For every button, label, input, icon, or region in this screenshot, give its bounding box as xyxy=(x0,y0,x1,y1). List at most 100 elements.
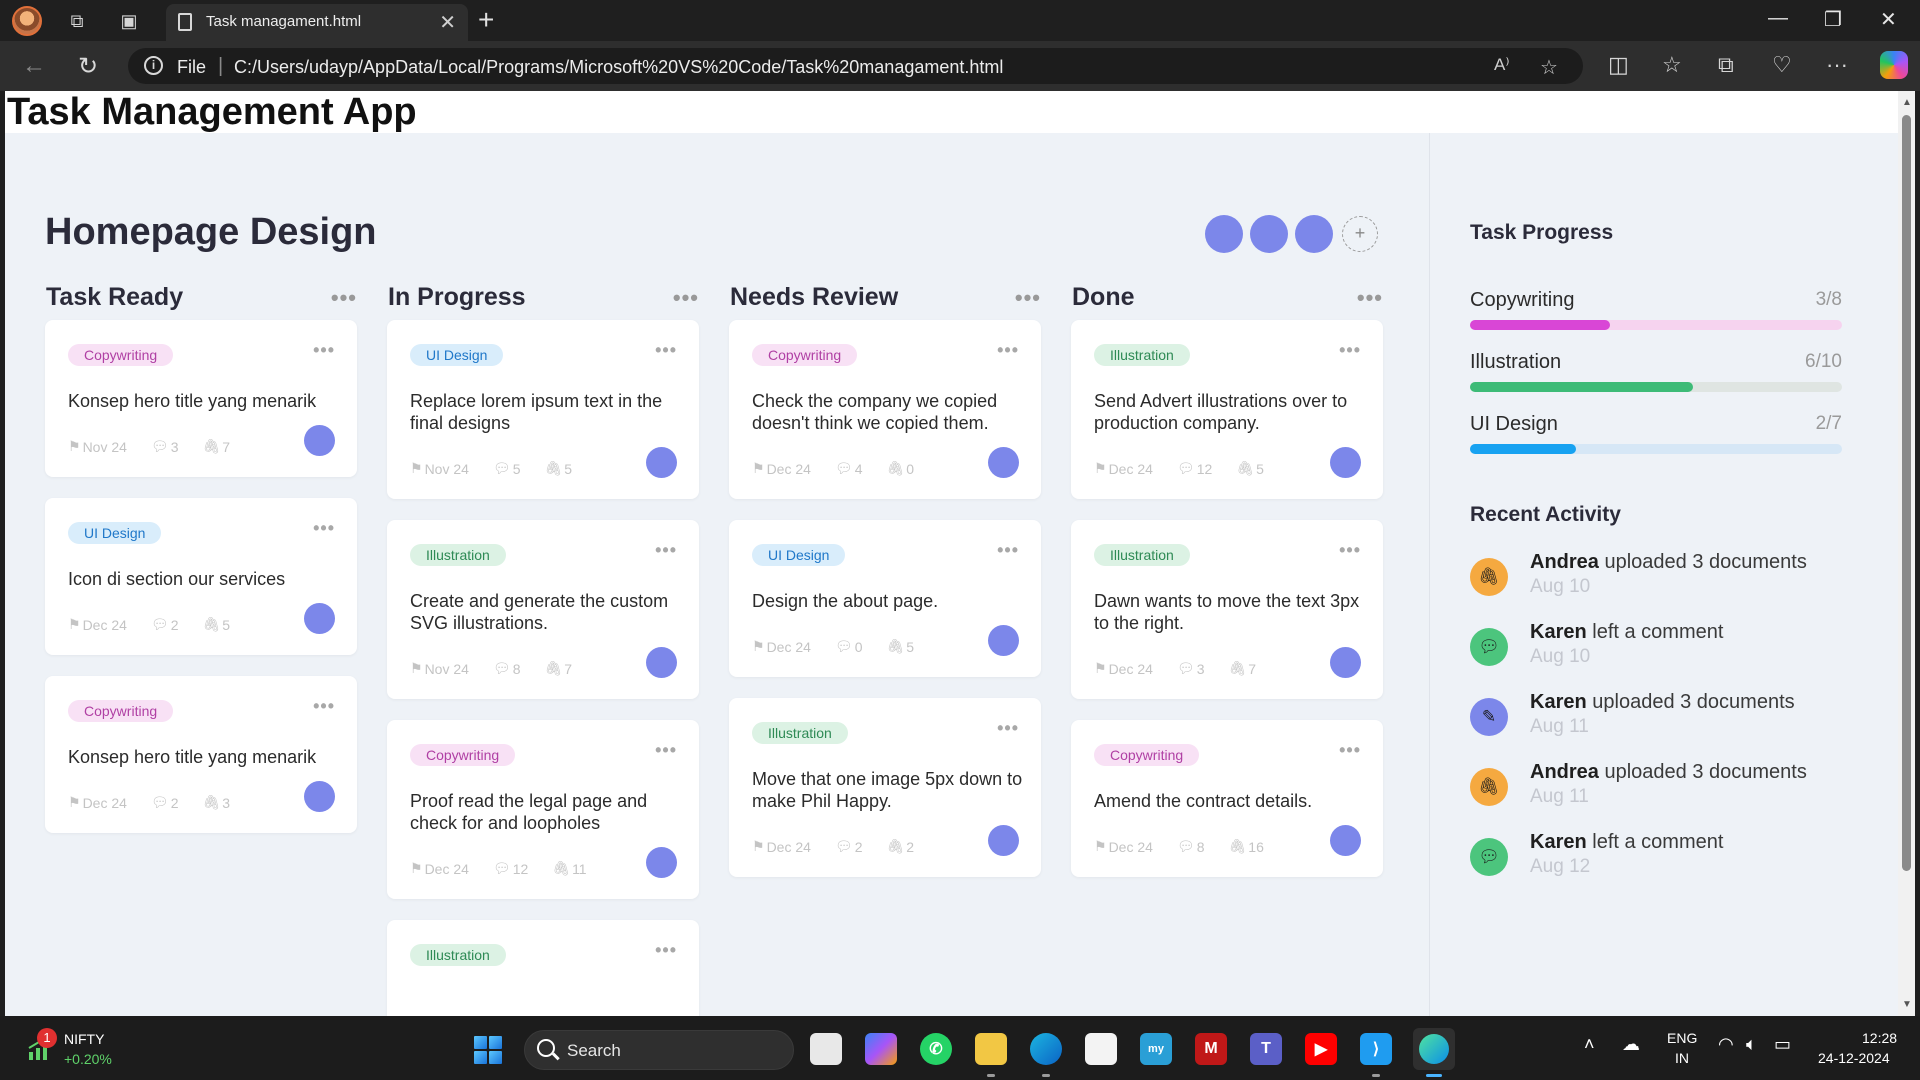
card-menu-icon[interactable]: ••• xyxy=(655,540,677,561)
card-menu-icon[interactable]: ••• xyxy=(997,540,1019,561)
card-menu-icon[interactable]: ••• xyxy=(655,940,677,961)
add-member-button[interactable]: + xyxy=(1342,216,1378,252)
wifi-icon[interactable]: ◠ xyxy=(1718,1034,1734,1055)
card-menu-icon[interactable]: ••• xyxy=(1339,740,1361,761)
favorites-icon[interactable]: ☆ xyxy=(1662,52,1682,78)
taskbar-search[interactable]: Search xyxy=(524,1030,794,1070)
card-menu-icon[interactable]: ••• xyxy=(313,340,335,361)
column-menu-icon[interactable]: ••• xyxy=(673,285,699,311)
card-menu-icon[interactable]: ••• xyxy=(997,718,1019,739)
scrollbar-thumb[interactable] xyxy=(1902,115,1911,871)
copilot-icon[interactable] xyxy=(1880,51,1908,79)
url-field[interactable]: i File | C:/Users/udayp/AppData/Local/Pr… xyxy=(128,48,1583,84)
task-card[interactable]: Illustration ••• Send Advert illustrations… xyxy=(1071,320,1383,499)
task-card[interactable]: Illustration ••• Dawn wants to move the te… xyxy=(1071,520,1383,699)
column-menu-icon[interactable]: ••• xyxy=(1015,285,1041,311)
task-view-icon[interactable] xyxy=(810,1033,842,1065)
assignee-avatar[interactable] xyxy=(646,447,677,478)
whatsapp-icon[interactable]: ✆ xyxy=(920,1033,952,1065)
battery-icon[interactable]: ▭ xyxy=(1774,1034,1791,1055)
read-aloud-icon[interactable]: A⁾ xyxy=(1494,55,1510,75)
browser-tab[interactable]: Task managament.html ✕ xyxy=(166,4,468,41)
page-scrollbar[interactable]: ▲ ▼ xyxy=(1898,91,1915,1016)
new-tab-button[interactable]: + xyxy=(478,4,494,36)
region-label[interactable]: IN xyxy=(1675,1050,1689,1066)
more-menu-icon[interactable]: ··· xyxy=(1826,52,1848,78)
teams-icon[interactable]: T xyxy=(1250,1033,1282,1065)
youtube-icon[interactable]: ▶ xyxy=(1305,1033,1337,1065)
assignee-avatar[interactable] xyxy=(1330,825,1361,856)
assignee-avatar[interactable] xyxy=(646,647,677,678)
assignee-avatar[interactable] xyxy=(646,847,677,878)
clock-time[interactable]: 12:28 xyxy=(1862,1030,1897,1046)
minimize-icon[interactable]: — xyxy=(1768,7,1788,30)
close-window-icon[interactable]: ✕ xyxy=(1880,7,1897,32)
browser-essentials-icon[interactable]: ♡ xyxy=(1772,52,1792,78)
volume-icon[interactable]: 🔈︎ xyxy=(1746,1034,1757,1055)
task-card[interactable]: Copywriting ••• Amend the contract details… xyxy=(1071,720,1383,877)
scroll-up-icon[interactable]: ▲ xyxy=(1902,97,1912,108)
vscode-icon[interactable]: ⟩ xyxy=(1360,1033,1392,1065)
copilot-app-icon[interactable] xyxy=(865,1033,897,1065)
task-card[interactable]: Copywriting ••• Proof read the legal page … xyxy=(387,720,699,899)
assignee-avatar[interactable] xyxy=(304,425,335,456)
task-card[interactable]: Copywriting ••• Konsep hero title yang men… xyxy=(45,676,357,833)
progress-count: 2/7 xyxy=(1815,413,1842,434)
edge-active-icon[interactable] xyxy=(1413,1028,1455,1070)
column-menu-icon[interactable]: ••• xyxy=(331,285,357,311)
favorite-star-icon[interactable]: ☆ xyxy=(1540,55,1558,80)
mcafee-icon[interactable]: M xyxy=(1195,1033,1227,1065)
onedrive-icon[interactable]: ☁ xyxy=(1622,1034,1640,1055)
task-card[interactable]: Illustration ••• Create and generate the c… xyxy=(387,520,699,699)
card-menu-icon[interactable]: ••• xyxy=(997,340,1019,361)
assignee-avatar[interactable] xyxy=(304,781,335,812)
activity-date: Aug 12 xyxy=(1530,856,1591,877)
card-menu-icon[interactable]: ••• xyxy=(655,740,677,761)
vertical-tabs-icon[interactable]: ▣ xyxy=(116,8,142,34)
assignee-avatar[interactable] xyxy=(988,825,1019,856)
task-card[interactable]: UI Design ••• Icon di section our services… xyxy=(45,498,357,655)
card-menu-icon[interactable]: ••• xyxy=(655,340,677,361)
edge-icon[interactable] xyxy=(1030,1033,1062,1065)
back-arrow-icon[interactable]: ← xyxy=(22,52,46,80)
assignee-avatar[interactable] xyxy=(304,603,335,634)
activity-user: Andrea xyxy=(1530,761,1599,783)
avatar[interactable] xyxy=(1205,215,1243,253)
task-card[interactable]: UI Design ••• Design the about page. ⚑ Dec 2… xyxy=(729,520,1041,677)
card-menu-icon[interactable]: ••• xyxy=(313,696,335,717)
task-card[interactable]: Illustration ••• Move that one image 5px d… xyxy=(729,698,1041,877)
close-tab-icon[interactable]: ✕ xyxy=(439,10,456,35)
clock-date[interactable]: 24-12-2024 xyxy=(1818,1050,1890,1066)
scroll-down-icon[interactable]: ▼ xyxy=(1902,999,1912,1010)
collections-icon[interactable]: ⧉ xyxy=(1718,52,1734,78)
assignee-avatar[interactable] xyxy=(1330,447,1361,478)
restore-icon[interactable]: ❐ xyxy=(1824,7,1842,32)
task-card[interactable]: Copywriting ••• Konsep hero title yang men… xyxy=(45,320,357,477)
file-explorer-icon[interactable] xyxy=(975,1033,1007,1065)
task-card[interactable]: Copywriting ••• Check the company we copie… xyxy=(729,320,1041,499)
mylip-app-icon[interactable]: my xyxy=(1140,1033,1172,1065)
refresh-icon[interactable]: ↻ xyxy=(78,52,98,81)
paperclip-icon: 🖇︎ xyxy=(886,838,905,854)
assignee-avatar[interactable] xyxy=(988,447,1019,478)
store-icon[interactable] xyxy=(1085,1033,1117,1065)
column-menu-icon[interactable]: ••• xyxy=(1357,285,1383,311)
assignee-avatar[interactable] xyxy=(988,625,1019,656)
split-screen-icon[interactable]: ◫ xyxy=(1608,52,1629,78)
task-card[interactable]: UI Design ••• Replace lorem ipsum text in … xyxy=(387,320,699,499)
task-card[interactable]: Illustration ••• xyxy=(387,920,699,1016)
workspaces-icon[interactable]: ⧉ xyxy=(64,8,90,34)
card-menu-icon[interactable]: ••• xyxy=(1339,540,1361,561)
assignee-avatar[interactable] xyxy=(1330,647,1361,678)
url-text[interactable]: C:/Users/udayp/AppData/Local/Programs/Mi… xyxy=(234,57,1003,78)
card-menu-icon[interactable]: ••• xyxy=(1339,340,1361,361)
windows-start-icon[interactable] xyxy=(474,1036,502,1064)
profile-avatar-icon[interactable] xyxy=(12,6,42,36)
avatar[interactable] xyxy=(1250,215,1288,253)
avatar[interactable] xyxy=(1295,215,1333,253)
tray-overflow-icon[interactable]: ˄ xyxy=(1584,1034,1595,1055)
language-label[interactable]: ENG xyxy=(1667,1030,1697,1046)
info-icon[interactable]: i xyxy=(144,56,163,75)
ticker-name[interactable]: NIFTY xyxy=(64,1031,104,1047)
card-menu-icon[interactable]: ••• xyxy=(313,518,335,539)
